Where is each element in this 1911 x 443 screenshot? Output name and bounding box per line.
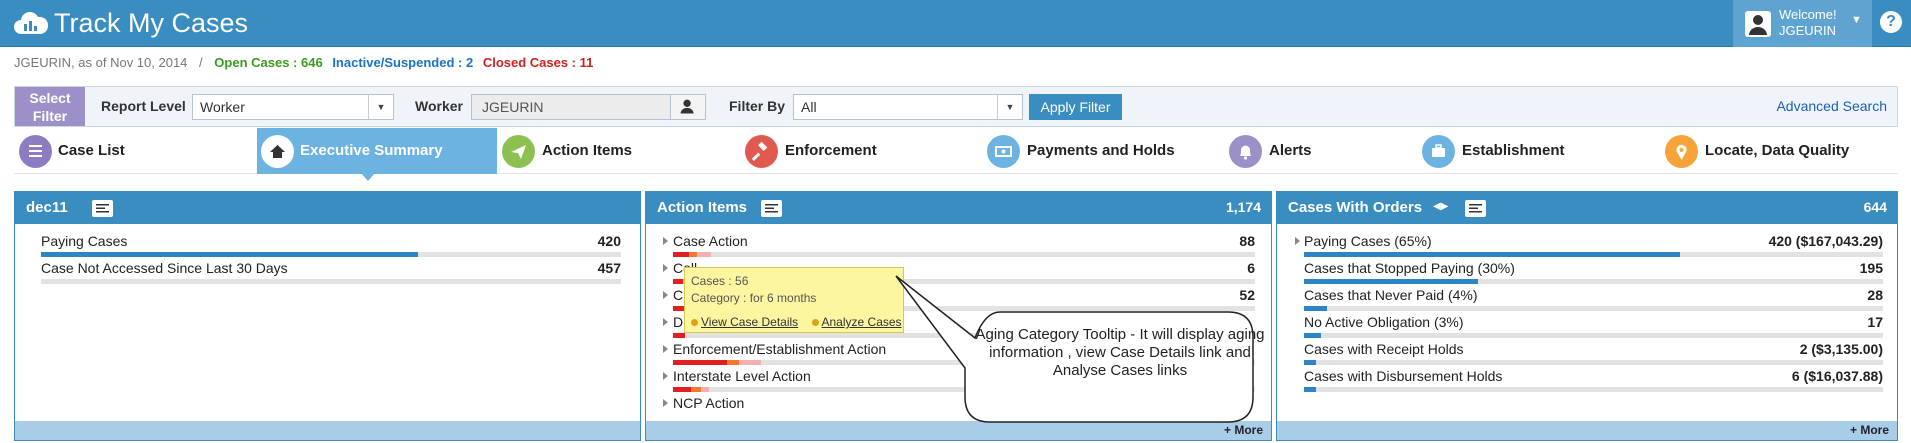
- callout-text: Aging Category Tooltip - It will display…: [975, 326, 1265, 379]
- callout-bubble: [895, 275, 1254, 423]
